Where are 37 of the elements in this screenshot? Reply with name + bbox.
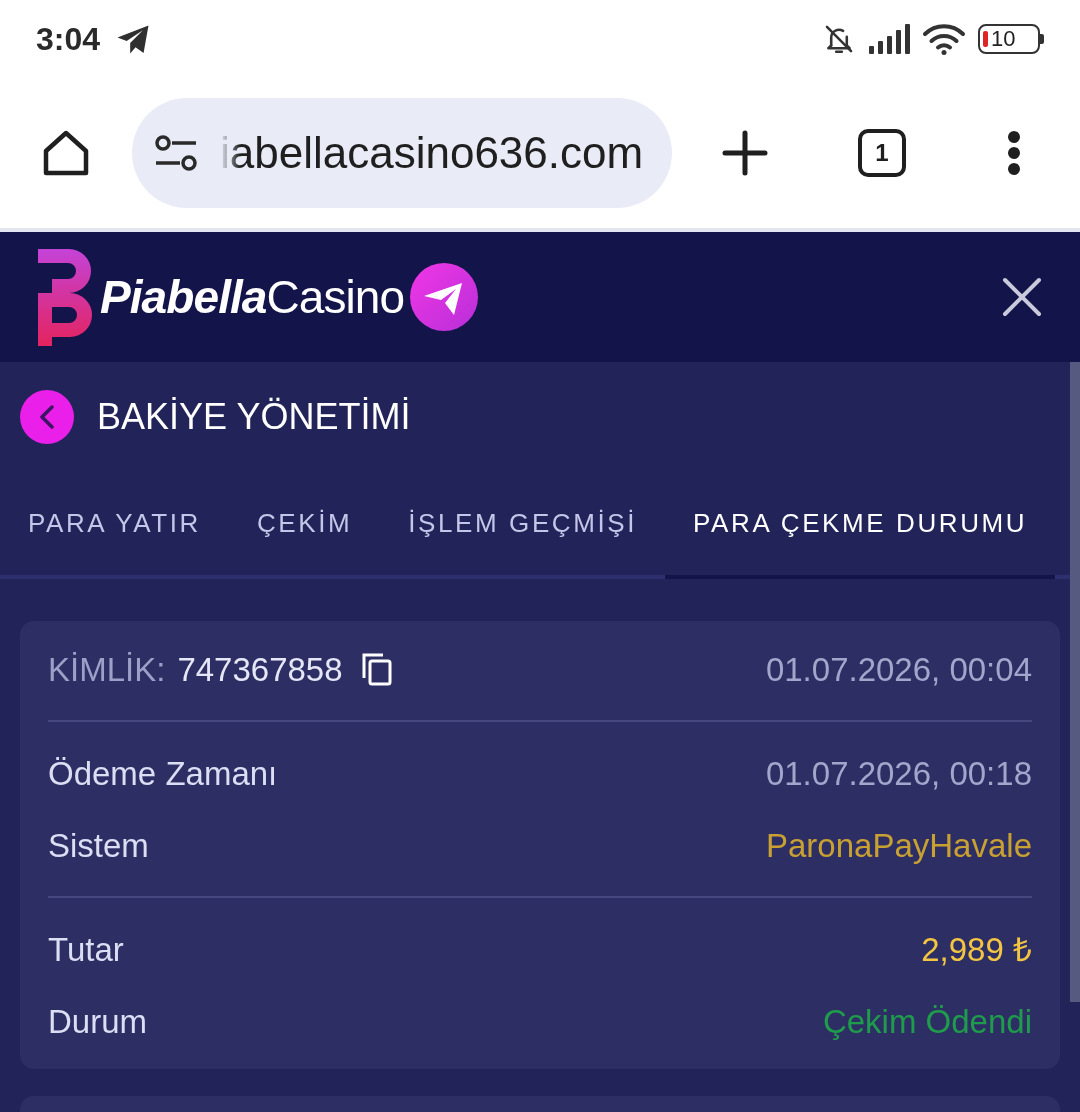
url-text: iabellacasino636.com bbox=[220, 131, 644, 175]
wifi-icon bbox=[922, 22, 966, 56]
tune-icon[interactable] bbox=[154, 135, 198, 171]
field-label: Sistem bbox=[48, 828, 149, 862]
scrollbar-thumb[interactable] bbox=[1070, 362, 1080, 1002]
copy-icon[interactable] bbox=[360, 652, 393, 686]
tab[interactable]: ÇEKİM bbox=[228, 474, 381, 579]
field-label: Tutar bbox=[48, 932, 124, 966]
tab-switcher-button[interactable]: 1 bbox=[858, 129, 906, 177]
amount-value: 2,989 ₺ bbox=[921, 932, 1032, 966]
field-label: Ödeme Zamanı bbox=[48, 756, 278, 790]
tab[interactable]: İŞLEM GEÇMİŞİ bbox=[380, 474, 666, 579]
created-date: 01.07.2026, 00:04 bbox=[765, 652, 1032, 686]
plus-icon[interactable] bbox=[722, 130, 768, 176]
id-label: KİMLİK: bbox=[48, 652, 166, 686]
payment-system: ParonaPayHavale bbox=[766, 828, 1032, 862]
tab[interactable]: PARA YATIR bbox=[0, 474, 229, 579]
home-icon[interactable] bbox=[42, 129, 90, 177]
logo-mark-icon bbox=[38, 248, 92, 346]
tab[interactable]: PARA ÇEKME DURUMU bbox=[665, 474, 1056, 579]
close-icon[interactable] bbox=[1002, 277, 1042, 317]
battery-percent: 10 bbox=[991, 28, 1016, 50]
logo-text: PiabellaCasino bbox=[100, 274, 405, 320]
more-menu-icon[interactable] bbox=[1007, 131, 1021, 175]
address-bar[interactable]: iabellacasino636.com bbox=[132, 98, 672, 208]
status-time: 3:04 bbox=[36, 23, 101, 55]
field-label: Durum bbox=[48, 1004, 148, 1038]
id-value: 747367858 bbox=[177, 652, 343, 686]
chevron-left-icon bbox=[40, 405, 54, 429]
signal-icon bbox=[868, 24, 910, 54]
paper-plane-icon bbox=[116, 23, 151, 55]
page-title: BAKİYE YÖNETİMİ bbox=[97, 399, 411, 435]
paper-plane-icon[interactable] bbox=[410, 263, 479, 331]
payment-time: 01.07.2026, 00:18 bbox=[765, 756, 1032, 790]
back-button[interactable] bbox=[20, 390, 74, 444]
battery-fill bbox=[983, 31, 988, 47]
status-value: Çekim Ödendi bbox=[822, 1004, 1032, 1038]
